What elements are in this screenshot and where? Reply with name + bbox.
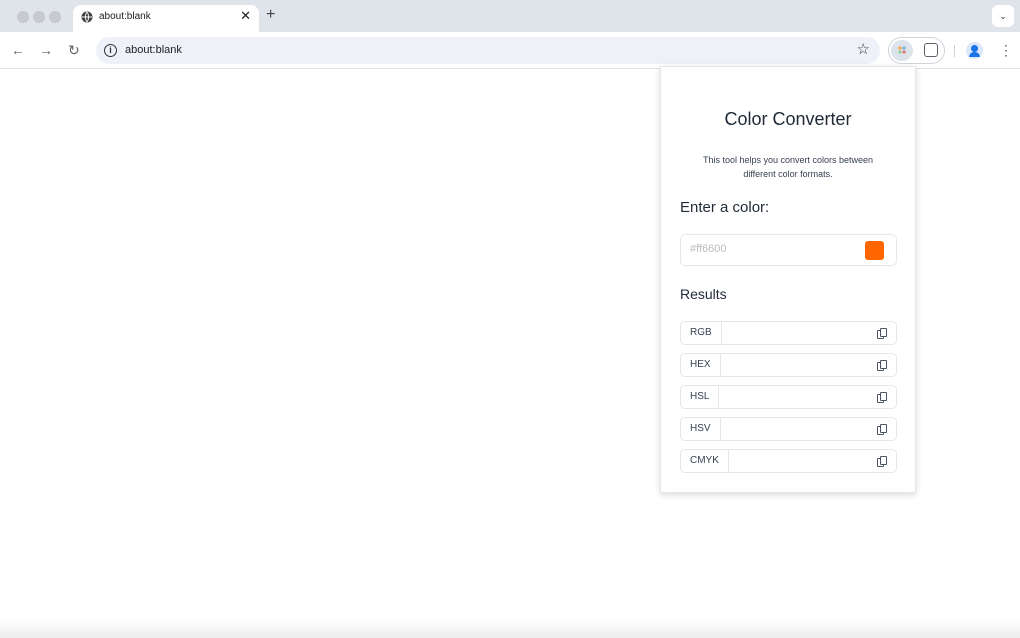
- tab-strip: about:blank ✕ + ⌄: [0, 0, 1020, 32]
- toolbar-divider: [954, 45, 955, 57]
- info-icon[interactable]: i: [104, 44, 117, 57]
- color-swatch[interactable]: [865, 241, 884, 260]
- copy-icon[interactable]: [877, 392, 887, 403]
- copy-icon-front: [880, 456, 887, 465]
- copy-icon-front: [880, 424, 887, 433]
- back-arrow-icon[interactable]: ←: [11, 42, 25, 58]
- copy-icon-front: [880, 392, 887, 401]
- extension-icon: [898, 46, 906, 54]
- popup-description: This tool helps you convert colors betwe…: [702, 155, 874, 179]
- extensions-group: [888, 37, 945, 64]
- star-icon[interactable]: ☆: [857, 41, 870, 59]
- bottom-shade: [0, 618, 1020, 638]
- browser-tab[interactable]: about:blank ✕: [73, 5, 259, 32]
- menu-icon[interactable]: ⋮: [999, 41, 1013, 59]
- maximize-window-button[interactable]: [49, 11, 61, 23]
- color-input-wrapper: [680, 234, 897, 266]
- copy-icon-front: [880, 360, 887, 369]
- result-row-hsl: HSL: [680, 385, 897, 409]
- close-icon[interactable]: ✕: [240, 9, 251, 23]
- close-window-button[interactable]: [17, 11, 29, 23]
- tab-title: about:blank: [99, 11, 151, 22]
- forward-arrow-icon[interactable]: →: [39, 42, 53, 58]
- result-row-hsv: HSV: [680, 417, 897, 441]
- tab-search-button[interactable]: ⌄: [992, 5, 1014, 27]
- color-converter-popup: Color Converter This tool helps you conv…: [660, 66, 916, 493]
- browser-toolbar: ← → ↻ i about:blank ☆ ⋮: [0, 32, 1020, 69]
- copy-icon-front: [880, 328, 887, 337]
- plus-icon[interactable]: +: [266, 7, 275, 23]
- result-label: HSV: [681, 418, 721, 440]
- globe-icon: [81, 11, 93, 23]
- results-heading: Results: [680, 286, 727, 302]
- result-label: CMYK: [681, 450, 729, 472]
- copy-icon[interactable]: [877, 456, 887, 467]
- profile-icon[interactable]: [966, 42, 983, 59]
- enter-color-label: Enter a color:: [680, 199, 770, 216]
- color-converter-extension-button[interactable]: [891, 40, 913, 61]
- copy-icon[interactable]: [877, 328, 887, 339]
- url-text[interactable]: about:blank: [125, 44, 182, 56]
- result-row-rgb: RGB: [680, 321, 897, 345]
- result-label: HEX: [681, 354, 721, 376]
- puzzle-icon[interactable]: [924, 43, 938, 57]
- copy-icon[interactable]: [877, 360, 887, 371]
- profile-body: [969, 52, 980, 57]
- minimize-window-button[interactable]: [33, 11, 45, 23]
- copy-icon[interactable]: [877, 424, 887, 435]
- result-label: HSL: [681, 386, 720, 408]
- color-input[interactable]: [690, 243, 850, 255]
- result-row-cmyk: CMYK: [680, 449, 897, 473]
- address-bar[interactable]: i about:blank ☆: [96, 37, 880, 64]
- popup-title: Color Converter: [724, 109, 852, 129]
- profile-head: [971, 45, 978, 52]
- result-row-hex: HEX: [680, 353, 897, 377]
- reload-icon[interactable]: ↻: [68, 42, 80, 58]
- result-label: RGB: [681, 322, 722, 344]
